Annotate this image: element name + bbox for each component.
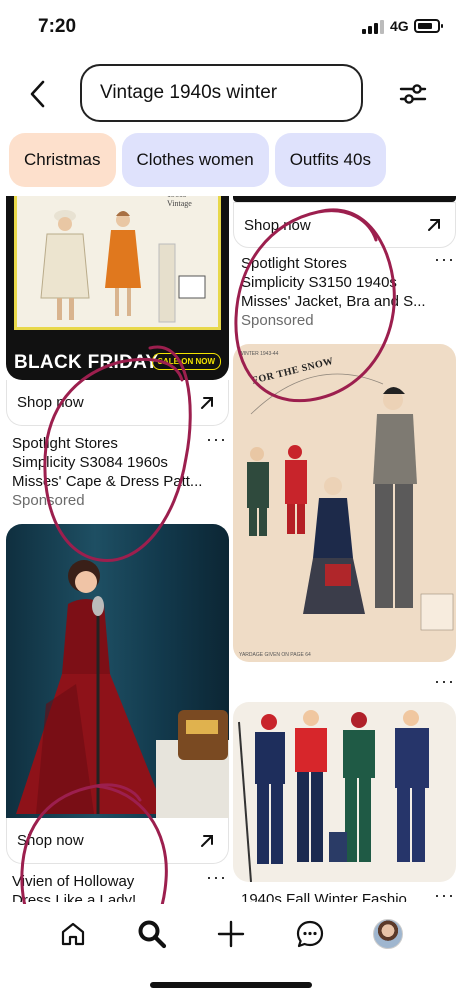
sponsored-label: Sponsored — [12, 492, 85, 509]
shop-now-label: Shop now — [17, 832, 84, 849]
pin-image-red-dress[interactable] — [6, 524, 229, 818]
search-icon — [138, 920, 167, 949]
arrow-up-right-icon — [201, 834, 213, 847]
pin-meta[interactable]: Spotlight Stores Simplicity S3084 1960s … — [12, 434, 212, 510]
network-label: 4G — [390, 18, 409, 34]
more-options-icon[interactable]: ··· — [434, 672, 455, 690]
chevron-left-icon — [30, 80, 45, 108]
pin-meta[interactable]: 1940s Fall Winter Fashio... — [241, 890, 429, 902]
battery-icon — [414, 19, 443, 33]
filter-button[interactable] — [393, 74, 433, 114]
more-options-icon[interactable]: ··· — [206, 868, 227, 886]
pin-seller: Vivien of Holloway — [12, 873, 135, 890]
search-query: Vintage 1940s winter — [100, 82, 278, 103]
pin-description-2: Misses' Cape & Dress Patt... — [12, 473, 203, 490]
arrow-up-right-icon — [428, 219, 440, 231]
pin-title: 1940s Fall Winter Fashio... — [241, 891, 420, 902]
home-indicator — [150, 982, 312, 988]
create-icon — [217, 920, 245, 948]
nav-create[interactable] — [211, 914, 251, 954]
pin-image-snow-fashion[interactable]: WINTER 1943-44 YARDAGE GIVEN ON PAGE 64 … — [233, 344, 456, 662]
sponsored-label: Sponsored — [241, 312, 314, 329]
nav-search[interactable] — [132, 914, 172, 954]
pin-feed[interactable]: 1960s Vintage BLACK FRIDAY SALE ON NOW S… — [0, 196, 462, 902]
pattern-illustration — [40, 210, 206, 323]
singer-illustration — [16, 560, 229, 818]
pin-seller: Spotlight Stores — [12, 435, 118, 452]
nav-messages[interactable] — [290, 914, 330, 954]
home-icon — [61, 922, 85, 946]
profile-avatar — [373, 919, 403, 949]
nav-profile[interactable] — [368, 914, 408, 954]
nav-home[interactable] — [53, 914, 93, 954]
shop-now-button[interactable]: Shop now — [233, 202, 456, 248]
more-options-icon[interactable]: ··· — [434, 250, 455, 268]
shop-now-button[interactable]: Shop now — [6, 380, 229, 426]
chip-clothes-women[interactable]: Clothes women — [121, 133, 269, 187]
shop-now-label: Shop now — [17, 394, 84, 411]
shop-now-button[interactable]: Shop now — [6, 818, 229, 864]
status-bar: 7:20 4G — [0, 0, 462, 56]
back-button[interactable] — [20, 76, 56, 112]
black-friday-caption: BLACK FRIDAY — [14, 352, 159, 373]
arrow-up-right-icon — [201, 396, 213, 409]
pin-description: Simplicity S3084 1960s — [12, 454, 168, 471]
chip-outfits-40s[interactable]: Outfits 40s — [274, 133, 386, 187]
pin-meta[interactable]: Vivien of Holloway Dress Like a Lady! — [12, 872, 212, 902]
status-time: 7:20 — [38, 16, 77, 37]
pin-meta[interactable]: Spotlight Stores Simplicity S3150 1940s … — [241, 254, 429, 330]
pin-seller: Spotlight Stores — [241, 255, 347, 272]
ski-fashion-illustration — [238, 710, 429, 882]
image-tag-text: 1960s Vintage — [167, 196, 192, 208]
suggestion-chips: Christmas Clothes women Outfits 40s — [9, 133, 386, 187]
bottom-navigation — [0, 904, 462, 966]
pin-description-2: Misses' Jacket, Bra and S... — [241, 293, 426, 310]
messages-icon — [296, 920, 324, 948]
pin-description: Simplicity S3150 1940s — [241, 274, 397, 291]
svg-text:WINTER 1943-44: WINTER 1943-44 — [239, 351, 279, 357]
sale-badge: SALE ON NOW — [151, 353, 221, 370]
pin-description: Dress Like a Lady! — [12, 892, 137, 902]
shop-now-label: Shop now — [244, 216, 311, 234]
pin-image-1940s-ski-fashion[interactable] — [233, 702, 456, 882]
pin-image-pattern-1960s[interactable]: 1960s Vintage BLACK FRIDAY SALE ON NOW — [6, 196, 229, 380]
svg-text:YARDAGE GIVEN ON PAGE 64: YARDAGE GIVEN ON PAGE 64 — [239, 652, 311, 658]
snow-fashion-illustration: WINTER 1943-44 YARDAGE GIVEN ON PAGE 64 — [239, 351, 454, 658]
search-input[interactable]: Vintage 1940s winter — [80, 64, 363, 122]
chip-christmas[interactable]: Christmas — [9, 133, 116, 187]
more-options-icon[interactable]: ··· — [434, 886, 455, 902]
more-options-icon[interactable]: ··· — [206, 430, 227, 448]
signal-icon — [362, 20, 384, 34]
sliders-icon — [399, 84, 427, 104]
